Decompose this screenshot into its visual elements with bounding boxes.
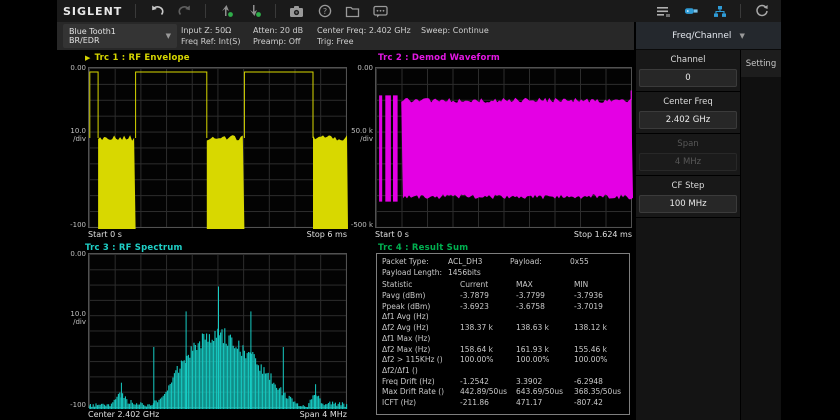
sweep: Sweep: Continue <box>421 25 489 36</box>
divider <box>275 4 276 18</box>
reset-icon[interactable] <box>754 4 769 19</box>
trc1-x-stop: Stop 6 ms <box>247 230 347 239</box>
span-value: 4 MHz <box>639 153 737 171</box>
trc3-title: Trc 3 : RF Spectrum <box>85 243 183 253</box>
sidebar-item-cf-step[interactable]: CF Step 100 MHz <box>636 176 740 218</box>
result-table-row: Δf2 Avg (Hz)138.37 k138.63 k138.12 k <box>382 323 627 334</box>
result-table-row: Δf2 Max (Hz)158.64 k161.93 k155.46 k <box>382 345 627 356</box>
trc3-y-min: -100 <box>59 401 86 409</box>
result-table-row: Max Drift Rate ()442.89/50us643.69/50us3… <box>382 387 627 398</box>
trc1-y-ref: 0.00 <box>59 64 86 72</box>
result-table-header-row: StatisticCurrentMAXMIN <box>382 280 627 291</box>
sidebar-menu-title: Freq/Channel <box>672 31 731 41</box>
trigger: Trig: Free <box>317 36 411 47</box>
folder-icon[interactable] <box>345 4 360 19</box>
lan-icon[interactable] <box>712 4 727 19</box>
sidebar-setting-column: Setting <box>741 50 781 420</box>
screen: SIGLENT ? <box>0 0 840 420</box>
trc2-title: Trc 2 : Demod Waveform <box>378 53 500 63</box>
divider <box>205 4 206 18</box>
message-icon[interactable] <box>373 4 388 19</box>
analyzer-window: SIGLENT ? <box>57 0 781 420</box>
channel-value[interactable]: 0 <box>639 69 737 87</box>
cf-step-value[interactable]: 100 MHz <box>639 195 737 213</box>
active-trace-marker-icon: ▶ <box>85 54 91 62</box>
siglent-logo: SIGLENT <box>63 5 122 18</box>
result-table-row: Δf2 > 115KHz ()100.00%100.00%100.00% <box>382 355 627 366</box>
trc2-y-ref: 0.00 <box>346 64 373 72</box>
trc3-x-span: Span 4 MHz <box>247 410 347 419</box>
sidebar-item-span: Span 4 MHz <box>636 134 740 176</box>
result-table-length-row: Payload Length:1456bits <box>382 268 627 279</box>
trc4-title: Trc 4 : Result Sum <box>378 243 468 253</box>
result-table-row: ICFT (Hz)-211.86471.17-807.42 <box>382 398 627 409</box>
trc1-y-min: -100 <box>59 221 86 229</box>
svg-text:?: ? <box>323 7 327 16</box>
trc3-y-scale: 10.0/div <box>59 310 86 326</box>
result-table-row: Pavg (dBm)-3.7879-3.7799-3.7936 <box>382 291 627 302</box>
trc3-x-center: Center 2.402 GHz <box>88 410 159 419</box>
trc1-plot[interactable] <box>88 67 347 228</box>
mode-standard: BR/EDR <box>69 36 116 45</box>
atten: Atten: 20 dB <box>253 25 303 36</box>
chevron-down-icon: ▼ <box>166 32 171 40</box>
trc3-plot[interactable] <box>88 253 347 408</box>
divider <box>740 4 741 18</box>
mode-name: Blue Tooth1 <box>69 27 116 36</box>
result-table-packet-row: Packet Type:ACL_DH3Payload:0x55 <box>382 257 627 268</box>
measurement-info-bar: Blue Tooth1 BR/EDR ▼ Input Z: 50Ω Freq R… <box>57 22 634 50</box>
trc3-y-ref: 0.00 <box>59 250 86 258</box>
preamp: Preamp: Off <box>253 36 303 47</box>
sweep-settings: Sweep: Continue <box>421 25 489 36</box>
sidebar-item-channel[interactable]: Channel 0 <box>636 50 740 92</box>
result-table-row: Ppeak (dBm)-3.6923-3.6758-3.7019 <box>382 302 627 313</box>
center-freq-value[interactable]: 2.402 GHz <box>639 111 737 129</box>
redo-icon[interactable] <box>177 4 192 19</box>
result-table-row: Freq Drift (Hz)-1.25423.3902-6.2948 <box>382 377 627 388</box>
trc2-plot[interactable] <box>375 67 632 228</box>
center-freq: Center Freq: 2.402 GHz <box>317 25 411 36</box>
chevron-down-icon: ▼ <box>739 32 744 40</box>
trc2-y-scale: 50.0 k/div <box>346 127 373 143</box>
trc1-title: ▶Trc 1 : RF Envelope <box>85 53 190 63</box>
help-icon[interactable]: ? <box>317 4 332 19</box>
trc2-x-start: Start 0 s <box>375 230 409 239</box>
sidebar-item-center-freq[interactable]: Center Freq 2.402 GHz <box>636 92 740 134</box>
recall-marker-icon[interactable] <box>247 4 262 19</box>
trc2-x-stop: Stop 1.624 ms <box>522 230 632 239</box>
input-z: Input Z: 50Ω <box>181 25 240 36</box>
sidebar-menu-header[interactable]: Freq/Channel ▼ <box>636 22 781 50</box>
divider <box>135 4 136 18</box>
usb-icon[interactable] <box>684 4 699 19</box>
sidebar: Channel 0 Center Freq 2.402 GHz Span 4 M… <box>636 50 781 420</box>
trc1-y-scale: 10.0/div <box>59 127 86 143</box>
sidebar-menu: Channel 0 Center Freq 2.402 GHz Span 4 M… <box>636 50 740 420</box>
result-sum-table[interactable]: Packet Type:ACL_DH3Payload:0x55Payload L… <box>376 253 630 415</box>
freq-trig-settings: Center Freq: 2.402 GHz Trig: Free <box>317 25 411 47</box>
save-marker-icon[interactable] <box>219 4 234 19</box>
menu-list-icon[interactable] <box>656 4 671 19</box>
trc1-x-start: Start 0 s <box>88 230 122 239</box>
result-table-row: Δf1 Max (Hz) <box>382 334 627 345</box>
trc2-y-min: -500 k <box>346 221 373 229</box>
tab-setting[interactable]: Setting <box>741 50 781 77</box>
measurement-mode-dropdown[interactable]: Blue Tooth1 BR/EDR ▼ <box>63 24 177 48</box>
undo-icon[interactable] <box>149 4 164 19</box>
camera-icon[interactable] <box>289 4 304 19</box>
toolbar: SIGLENT ? <box>57 0 781 22</box>
input-settings: Input Z: 50Ω Freq Ref: Int(S) <box>181 25 240 47</box>
freq-ref: Freq Ref: Int(S) <box>181 36 240 47</box>
result-table-row: Δf1 Avg (Hz) <box>382 312 627 323</box>
result-table-row: Δf2/Δf1 () <box>382 366 627 377</box>
atten-settings: Atten: 20 dB Preamp: Off <box>253 25 303 47</box>
trace-display-area: ▶Trc 1 : RF Envelope 0.00 10.0/div -100 … <box>57 50 634 420</box>
